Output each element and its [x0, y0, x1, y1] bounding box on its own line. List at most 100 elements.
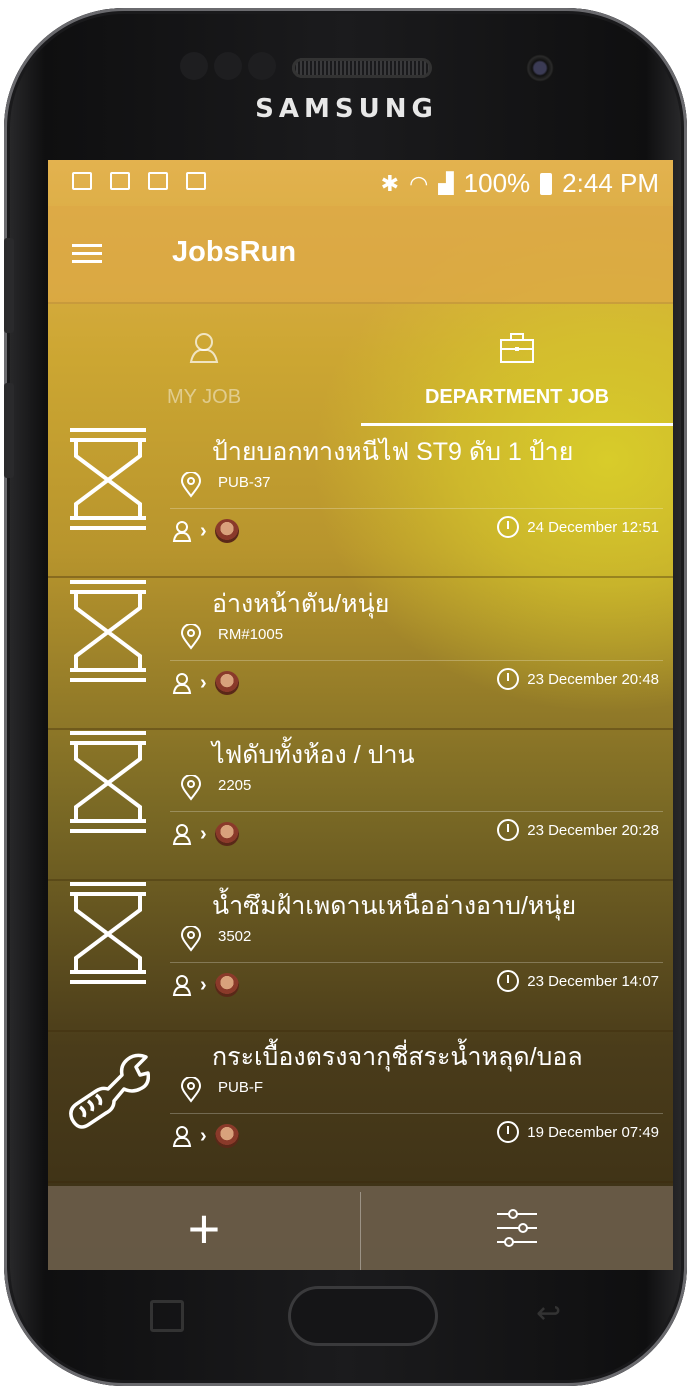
job-title: อ่างหน้าตัน/หนุ่ย — [212, 590, 390, 618]
person-icon — [172, 824, 192, 845]
status-bar: ✱ ◠ ▟ 100% 2:44 PM — [48, 160, 673, 206]
status-right: ✱ ◠ ▟ 100% 2:44 PM — [381, 168, 659, 199]
job-datetime: 23 December 14:07 — [497, 970, 659, 992]
person-icon — [172, 975, 192, 996]
job-location: 2205 — [218, 777, 252, 794]
tab-my-job-label: MY JOB — [166, 386, 242, 408]
menu-icon[interactable] — [72, 244, 102, 264]
hardware-nav: ↩ — [46, 1270, 646, 1356]
clock-icon — [497, 970, 520, 992]
avatar — [214, 822, 239, 846]
app-bar: JobsRun — [48, 206, 673, 304]
job-date: 23 December 20:48 — [527, 670, 659, 688]
chevron-right-icon: › — [200, 822, 207, 845]
avatar — [214, 671, 239, 695]
divider — [170, 508, 663, 509]
gmail-icon — [72, 172, 92, 190]
clock-icon — [497, 819, 520, 841]
app-screen: ✱ ◠ ▟ 100% 2:44 PM JobsRun MY JOB DEPART… — [48, 160, 673, 1270]
volume-up-button[interactable] — [4, 238, 14, 333]
volume-down-button[interactable] — [4, 383, 14, 478]
job-location: 3502 — [218, 928, 252, 945]
job-item[interactable]: ป้ายบอกทางหนีไฟ ST9 ดับ 1 ป้าย PUB-37 › … — [48, 426, 673, 578]
job-title: ป้ายบอกทางหนีไฟ ST9 ดับ 1 ป้าย — [212, 438, 574, 466]
briefcase-icon — [148, 172, 168, 190]
recent-apps-button[interactable] — [150, 1300, 184, 1332]
earpiece-speaker — [292, 58, 432, 78]
chevron-right-icon: › — [200, 671, 207, 694]
location-pin-icon — [180, 926, 202, 952]
tab-my-job[interactable]: MY JOB — [48, 304, 360, 426]
divider — [170, 1113, 663, 1114]
job-datetime: 23 December 20:48 — [497, 668, 659, 690]
proximity-sensor — [180, 52, 208, 80]
person-icon — [172, 1126, 192, 1147]
hourglass-icon — [70, 882, 146, 984]
battery-percent: 100% — [463, 168, 531, 198]
job-date: 19 December 07:49 — [527, 1123, 659, 1141]
job-assignee: › — [172, 668, 239, 698]
add-job-button[interactable]: + — [48, 1186, 360, 1270]
light-sensor — [214, 52, 242, 80]
chevron-right-icon: › — [200, 973, 207, 996]
person-icon — [172, 521, 192, 542]
location-pin-icon — [180, 624, 202, 650]
job-date: 23 December 20:28 — [527, 821, 659, 839]
tab-department-job-label: DEPARTMENT JOB — [424, 386, 610, 408]
person-icon — [172, 673, 192, 694]
iris-sensor — [248, 52, 276, 80]
job-datetime: 24 December 12:51 — [497, 516, 659, 538]
job-item[interactable]: อ่างหน้าตัน/หนุ่ย RM#1005 › 23 December … — [48, 578, 673, 730]
job-location: PUB-F — [218, 1079, 263, 1096]
calendar-icon — [110, 172, 130, 190]
clock-icon — [497, 1121, 520, 1143]
location-pin-icon — [180, 1077, 202, 1103]
job-item[interactable]: กระเบื้องตรงจากุชี่สระน้ำหลุด/บอล PUB-F … — [48, 1031, 673, 1183]
location-pin-icon — [180, 775, 202, 801]
brand-logo: SAMSUNG — [255, 94, 438, 124]
hourglass-icon — [70, 731, 146, 833]
back-button[interactable]: ↩ — [536, 1296, 561, 1331]
job-list[interactable]: ป้ายบอกทางหนีไฟ ST9 ดับ 1 ป้าย PUB-37 › … — [48, 426, 673, 1186]
location-pin-icon — [180, 472, 202, 498]
bluetooth-icon: ✱ — [380, 170, 400, 196]
job-item[interactable]: ไฟดับทั้งห้อง / ปาน 2205 › 23 December 2… — [48, 729, 673, 881]
avatar — [214, 1124, 239, 1148]
clock-icon — [497, 516, 520, 538]
job-title: ไฟดับทั้งห้อง / ปาน — [212, 741, 415, 769]
divider — [170, 811, 663, 812]
avatar — [214, 973, 239, 997]
divider — [170, 660, 663, 661]
wrench-hand-icon — [69, 1053, 150, 1129]
chevron-right-icon: › — [200, 519, 207, 542]
battery-icon — [540, 172, 553, 195]
tab-bar: MY JOB DEPARTMENT JOB — [48, 304, 673, 426]
avatar — [214, 519, 239, 543]
clock-time: 2:44 PM — [562, 168, 659, 198]
clock-icon — [497, 668, 520, 690]
job-date: 24 December 12:51 — [527, 518, 659, 536]
job-item[interactable]: น้ำซึมฝ้าเพดานเหนืออ่างอาบ/หนุ่ย 3502 › … — [48, 880, 673, 1032]
hourglass-icon — [70, 428, 146, 530]
tab-department-job[interactable]: DEPARTMENT JOB — [361, 304, 673, 426]
sliders-icon — [497, 1209, 537, 1247]
hourglass-icon — [70, 580, 146, 682]
job-assignee: › — [172, 819, 239, 849]
signal-icon: ▟ — [438, 173, 454, 195]
home-button[interactable] — [288, 1286, 438, 1346]
job-datetime: 23 December 20:28 — [497, 819, 659, 841]
job-datetime: 19 December 07:49 — [497, 1121, 659, 1143]
notification-icons — [72, 172, 206, 190]
front-camera — [526, 54, 554, 82]
bottom-action-bar: + — [48, 1186, 673, 1270]
job-assignee: › — [172, 1121, 239, 1151]
briefcase-icon — [500, 333, 534, 363]
job-location: PUB-37 — [218, 474, 271, 491]
job-title: น้ำซึมฝ้าเพดานเหนืออ่างอาบ/หนุ่ย — [212, 892, 577, 920]
filter-button[interactable] — [361, 1186, 673, 1270]
job-title: กระเบื้องตรงจากุชี่สระน้ำหลุด/บอล — [212, 1043, 583, 1071]
wifi-icon: ◠ — [409, 170, 429, 196]
job-assignee: › — [172, 516, 239, 546]
person-icon — [189, 333, 219, 363]
briefcase-check-icon — [186, 172, 206, 190]
